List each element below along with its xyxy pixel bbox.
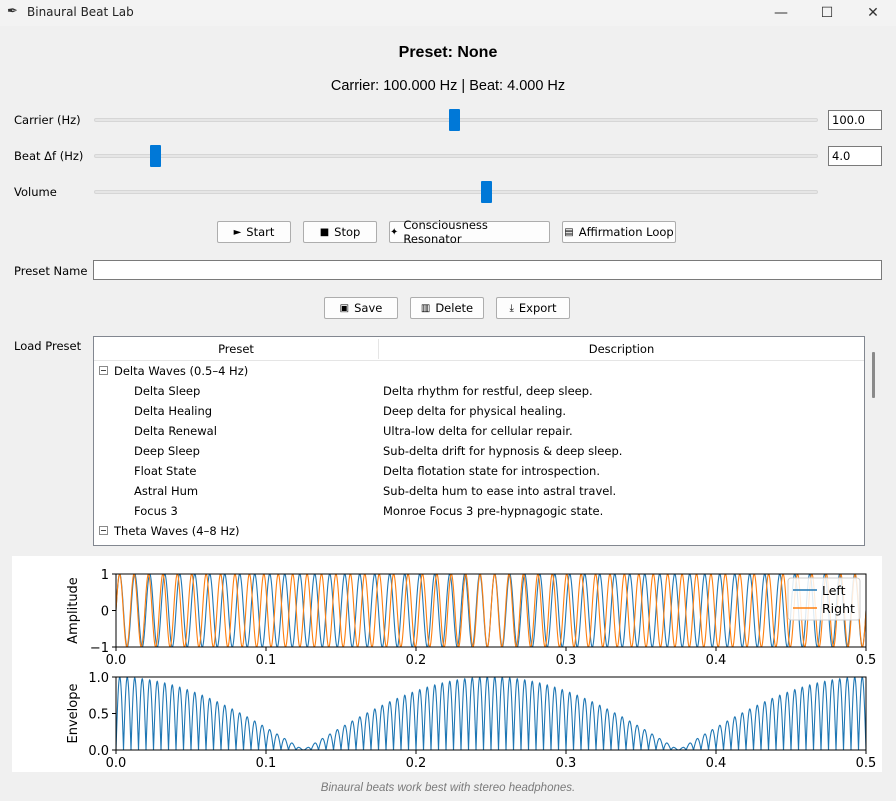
frequency-readout: Carrier: 100.000 Hz | Beat: 4.000 Hz: [330, 78, 566, 94]
delete-button[interactable]: ▥ Delete: [410, 297, 484, 319]
y-tick-label: 0.5: [88, 708, 109, 723]
x-tick-label: 0.2: [406, 653, 427, 668]
preset-item-description: Sub-delta hum to ease into astral travel…: [383, 484, 617, 498]
export-button[interactable]: ⤓ Export: [496, 297, 570, 319]
waveform-plots: 0.0 0.1 0.2 0.3 0.4 0.5 1 0 −1 Amplitude Left Right…: [66, 568, 877, 771]
stop-label: Stop: [334, 225, 361, 239]
volume-slider-track[interactable]: [94, 190, 818, 194]
tree-scrollbar[interactable]: [869, 336, 879, 546]
carrier-value-field[interactable]: [828, 110, 882, 130]
preset-item-name: Delta Healing: [134, 404, 213, 418]
x-tick-label: 0.4: [706, 756, 727, 771]
x-tick-label: 0.3: [556, 653, 577, 668]
maximize-button[interactable]: ☐: [804, 0, 850, 26]
waveform-plot-area: 0.0 0.1 0.2 0.3 0.4 0.5 1 0 −1 Amplitude Left Right…: [12, 556, 882, 772]
carrier-label: Carrier (Hz): [14, 113, 81, 127]
preset-item-description: Monroe Focus 3 pre-hypnagogic state.: [383, 504, 604, 518]
preset-item-name: Deep Sleep: [134, 444, 200, 458]
collapse-icon[interactable]: [99, 526, 108, 535]
tree-row[interactable]: Float State Delta flotation state for in…: [94, 461, 864, 481]
x-tick-label: 0.3: [556, 756, 577, 771]
export-label: Export: [518, 301, 557, 315]
footer-note: Binaural beats work best with stereo hea…: [320, 782, 576, 794]
title-bar: ✒ Binaural Beat Lab — ☐ ✕: [0, 0, 896, 26]
y-tick-label: −1: [90, 641, 109, 656]
tree-group-row[interactable]: Theta Waves (4–8 Hz): [94, 521, 864, 541]
tree-row[interactable]: Delta Healing Deep delta for physical he…: [94, 401, 864, 421]
preset-item-name: Delta Sleep: [134, 384, 201, 398]
tree-row[interactable]: Focus 3 Monroe Focus 3 pre-hypnagogic st…: [94, 501, 864, 521]
y-tick-label: 0: [101, 605, 109, 620]
preset-item-name: Astral Hum: [134, 484, 199, 498]
consciousness-resonator-button[interactable]: ✦ Consciousness Resonator: [389, 218, 550, 246]
x-tick-label: 0.4: [706, 653, 727, 668]
trash-icon: ▥: [420, 302, 431, 314]
tree-row[interactable]: Astral Hum Sub-delta hum to ease into as…: [94, 481, 864, 501]
group-name: Theta Waves (4–8 Hz): [114, 524, 240, 538]
x-tick-label: 0.5: [856, 653, 877, 668]
preset-tree[interactable]: Preset Description Delta Waves (0.5–4 Hz…: [93, 336, 865, 546]
play-icon: ►: [233, 226, 242, 238]
export-icon: ⤓: [509, 302, 514, 314]
x-tick-label: 0.5: [856, 756, 877, 771]
delete-label: Delete: [435, 301, 474, 315]
preset-item-description: Delta rhythm for restful, deep sleep.: [383, 384, 593, 398]
envelope-line: [116, 677, 866, 750]
beat-value-field[interactable]: [828, 146, 882, 166]
save-button[interactable]: ▣ Save: [324, 297, 398, 319]
tree-group-row[interactable]: Delta Waves (0.5–4 Hz): [94, 361, 864, 381]
minimize-button[interactable]: —: [758, 0, 804, 26]
preset-item-name: Float State: [134, 464, 197, 478]
scrollbar-thumb[interactable]: [872, 352, 875, 398]
y-axis-label: Amplitude: [66, 577, 81, 644]
preset-name-label: Preset Name: [14, 264, 88, 278]
volume-slider-thumb[interactable]: [481, 181, 492, 203]
preset-item-description: Ultra-low delta for cellular repair.: [383, 424, 573, 438]
y-tick-label: 1: [101, 568, 109, 583]
preset-item-name: Delta Renewal: [134, 424, 217, 438]
preset-item-description: Delta flotation state for introspection.: [383, 464, 600, 478]
affirmation-label: Affirmation Loop: [578, 225, 674, 239]
save-label: Save: [354, 301, 383, 315]
affirmation-loop-button[interactable]: ▤ Affirmation Loop: [562, 221, 676, 243]
beat-label: Beat Δf (Hz): [14, 149, 84, 163]
collapse-icon[interactable]: [99, 366, 108, 375]
tree-header: Preset Description: [94, 337, 864, 361]
legend-label: Right: [822, 601, 855, 616]
load-preset-label: Load Preset: [14, 339, 82, 353]
legend-label: Left: [822, 583, 846, 598]
x-tick-label: 0.1: [256, 756, 277, 771]
volume-label: Volume: [14, 185, 57, 199]
resonator-label: Consciousness Resonator: [403, 218, 488, 246]
notepad-icon: ▤: [564, 226, 574, 238]
start-label: Start: [246, 225, 275, 239]
close-button[interactable]: ✕: [850, 0, 896, 26]
start-button[interactable]: ► Start: [217, 221, 291, 243]
tree-row[interactable]: Delta Sleep Delta rhythm for restful, de…: [94, 381, 864, 401]
carrier-slider-thumb[interactable]: [449, 109, 460, 131]
stop-icon: ■: [319, 226, 330, 238]
preset-title: Preset: None: [398, 44, 498, 61]
preset-item-name: Focus 3: [134, 504, 178, 518]
preset-name-field[interactable]: [93, 260, 882, 280]
tree-row[interactable]: Delta Renewal Ultra-low delta for cellul…: [94, 421, 864, 441]
beat-slider-track[interactable]: [94, 154, 818, 158]
y-tick-label: 1.0: [88, 671, 109, 686]
preset-item-description: Sub-delta drift for hypnosis & deep slee…: [383, 444, 623, 458]
preset-item-description: Deep delta for physical healing.: [383, 404, 567, 418]
column-header-preset[interactable]: Preset: [94, 342, 378, 356]
x-tick-label: 0.1: [256, 653, 277, 668]
column-header-description[interactable]: Description: [379, 342, 864, 356]
sparkle-icon: ✦: [390, 226, 399, 238]
window-title: Binaural Beat Lab: [27, 5, 134, 19]
group-name: Delta Waves (0.5–4 Hz): [114, 364, 249, 378]
floppy-icon: ▣: [339, 302, 350, 314]
beat-slider-thumb[interactable]: [150, 145, 161, 167]
feather-icon: ✒: [7, 4, 18, 19]
tree-row[interactable]: Deep Sleep Sub-delta drift for hypnosis …: [94, 441, 864, 461]
y-axis-label: Envelope: [66, 684, 81, 744]
y-tick-label: 0.0: [88, 744, 109, 759]
stop-button[interactable]: ■ Stop: [303, 221, 377, 243]
x-tick-label: 0.2: [406, 756, 427, 771]
